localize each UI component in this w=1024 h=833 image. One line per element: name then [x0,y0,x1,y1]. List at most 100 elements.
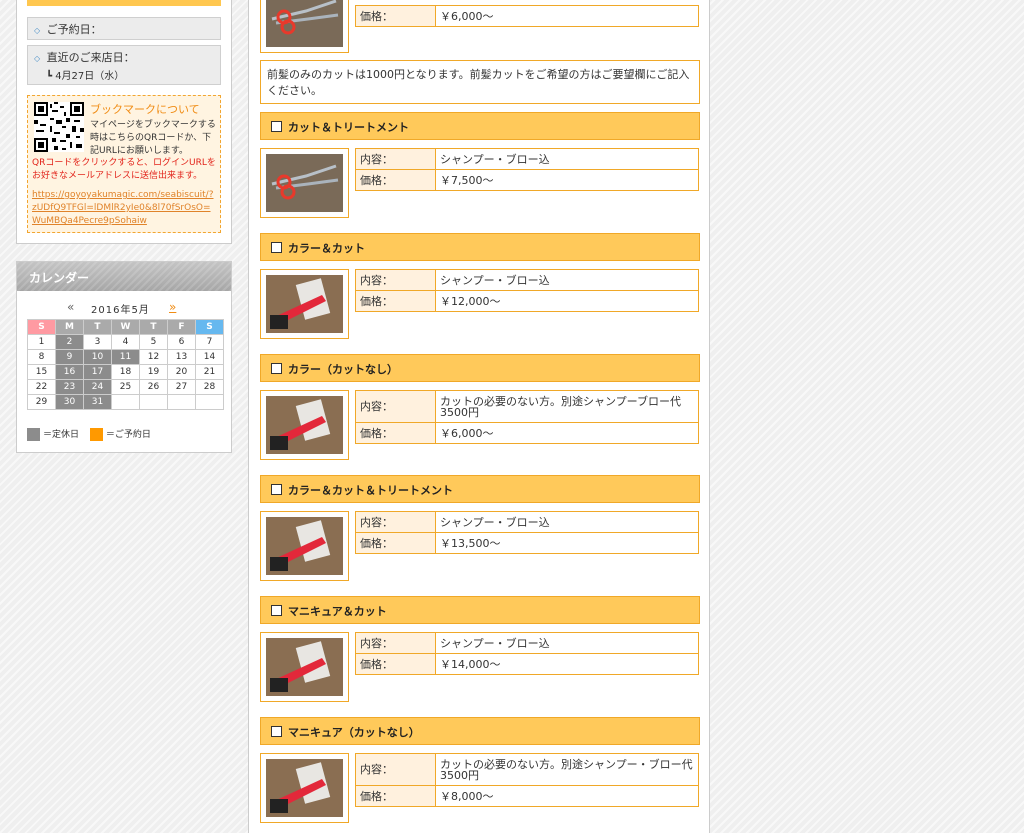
bookmark-info-box: ブックマークについて マイページをブックマークする時はこちらのQRコードか、下記… [27,95,221,233]
calendar-day-cell: 12 [139,349,168,365]
price-label: 価格： [355,422,436,444]
content-value: シャンプー・ブロー込 [435,269,699,291]
menu-item-title: カラー＆カット [288,242,365,255]
last-visit-date: ┗ 4月27日（水） [46,71,125,82]
menu-item-header[interactable]: マニキュア（カットなし） [260,717,700,745]
hair-color-kit-image [266,759,343,817]
calendar-day-cell: 25 [111,379,140,395]
menu-checkbox[interactable] [271,726,282,737]
calendar-day-cell: 20 [167,364,196,380]
calendar-next-month-link[interactable]: » [169,300,176,314]
calendar-day-cell: 13 [167,349,196,365]
menu-item-header[interactable]: カラー＆カット [260,233,700,261]
content-label: 内容： [355,753,436,786]
weekday-header: F [167,319,196,335]
price-value: ￥13,500〜 [435,532,699,554]
content-value: カットの必要のない方。別途シャンプーブロー代3500円 [435,390,699,423]
content-label: 内容： [355,390,436,423]
menu-checkbox[interactable] [271,121,282,132]
price-label: 価格： [355,169,436,191]
price-value: ￥12,000〜 [435,290,699,312]
price-label: 価格： [355,532,436,554]
calendar-heading: カレンダー [17,262,231,291]
menu-item-details: 価格： ￥6,000〜 [355,5,699,27]
last-visit-row: ◇ 直近のご来店日： ┗ 4月27日（水） [27,45,221,85]
price-value: ￥7,500〜 [435,169,699,191]
menu-item-header[interactable]: マニキュア＆カット [260,596,700,624]
calendar-day-cell: 9 [55,349,84,365]
calendar-prev-month-link[interactable]: « [67,300,74,314]
weekday-header: M [55,319,84,335]
menu-item-thumbnail-frame [260,511,349,581]
diamond-bullet-icon: ◇ [34,26,41,35]
content-label: 内容： [355,632,436,654]
calendar-day-cell [195,394,224,410]
calendar-day-cell: 24 [83,379,112,395]
calendar-day-cell: 5 [139,334,168,350]
menu-item-title: カット＆トリートメント [288,121,409,134]
calendar-day-cell: 1 [27,334,56,350]
calendar-day-cell: 2 [55,334,84,350]
calendar-day-cell: 27 [167,379,196,395]
menu-item-details: 内容： シャンプー・ブロー込 価格： ￥14,000〜 [355,632,699,675]
calendar-day-cell: 28 [195,379,224,395]
menu-checkbox[interactable] [271,484,282,495]
menu-item-header[interactable]: カラー＆カット＆トリートメント [260,475,700,503]
calendar-day-cell: 14 [195,349,224,365]
calendar-day-cell [167,394,196,410]
scissors-image [266,0,343,47]
content-value: シャンプー・ブロー込 [435,148,699,170]
price-value: ￥6,000〜 [435,5,699,27]
calendar-day-cell: 16 [55,364,84,380]
weekday-header: T [83,319,112,335]
calendar-day-cell: 17 [83,364,112,380]
content-label: 内容： [355,148,436,170]
price-label: 価格： [355,785,436,807]
weekday-header: W [111,319,140,335]
bookmark-description: マイページをブックマークする時はこちらのQRコードか、下記URLにお願いします。 [90,120,216,156]
calendar-day-cell: 19 [139,364,168,380]
price-value: ￥8,000〜 [435,785,699,807]
calendar-day-cell: 10 [83,349,112,365]
menu-item-details: 内容： カットの必要のない方。別途シャンプー・ブロー代3500円 価格： ￥8,… [355,753,699,807]
menu-checkbox[interactable] [271,363,282,374]
menu-item-details: 内容： シャンプー・ブロー込 価格： ￥13,500〜 [355,511,699,554]
hair-color-kit-image [266,638,343,696]
weekday-header: S [195,319,224,335]
calendar-month-label: 2016年5月 [91,305,150,316]
menu-item-title: カラー（カットなし） [288,363,398,376]
reserved-swatch-icon [89,428,103,441]
calendar-legend: ＝定休日 ＝ご予約日 [27,427,159,441]
sidebar-top-bar [27,0,221,6]
qr-code-icon[interactable] [34,102,84,152]
calendar-day-cell: 31 [83,394,112,410]
calendar-day-cell: 6 [167,334,196,350]
menu-item-header[interactable]: カラー（カットなし） [260,354,700,382]
menu-list-column: 価格： ￥6,000〜 前髪のみのカットは1000円となります。前髪カットをご希… [248,0,710,833]
menu-item-thumbnail-frame [260,148,349,218]
menu-item-header[interactable]: カット＆トリートメント [260,112,700,140]
calendar-day-cell: 30 [55,394,84,410]
calendar-day-cell: 7 [195,334,224,350]
mypage-sidebar: ◇ ご予約日： ◇ 直近のご来店日： ┗ 4月27日（水） ブックマークについて… [16,0,232,244]
legend-closed: ＝定休日 [27,427,79,441]
price-label: 価格： [355,5,436,27]
scissors-image [266,154,343,212]
menu-item-details: 内容： シャンプー・ブロー込 価格： ￥7,500〜 [355,148,699,191]
bookmark-url-link[interactable]: https://goyoyakumagic.com/seabiscuit/?zU… [32,189,218,228]
calendar-day-cell: 29 [27,394,56,410]
calendar-day-cell: 15 [27,364,56,380]
legend-closed-label: ＝定休日 [43,430,80,440]
menu-checkbox[interactable] [271,605,282,616]
calendar-day-cell: 8 [27,349,56,365]
price-value: ￥14,000〜 [435,653,699,675]
legend-reserved: ＝ご予約日 [89,427,151,441]
calendar-day-cell: 21 [195,364,224,380]
calendar-day-cell: 23 [55,379,84,395]
weekday-header: T [139,319,168,335]
menu-item-title: マニキュア（カットなし） [288,726,420,739]
menu-checkbox[interactable] [271,242,282,253]
price-value: ￥6,000〜 [435,422,699,444]
content-label: 内容： [355,511,436,533]
weekday-header: S [27,319,56,335]
